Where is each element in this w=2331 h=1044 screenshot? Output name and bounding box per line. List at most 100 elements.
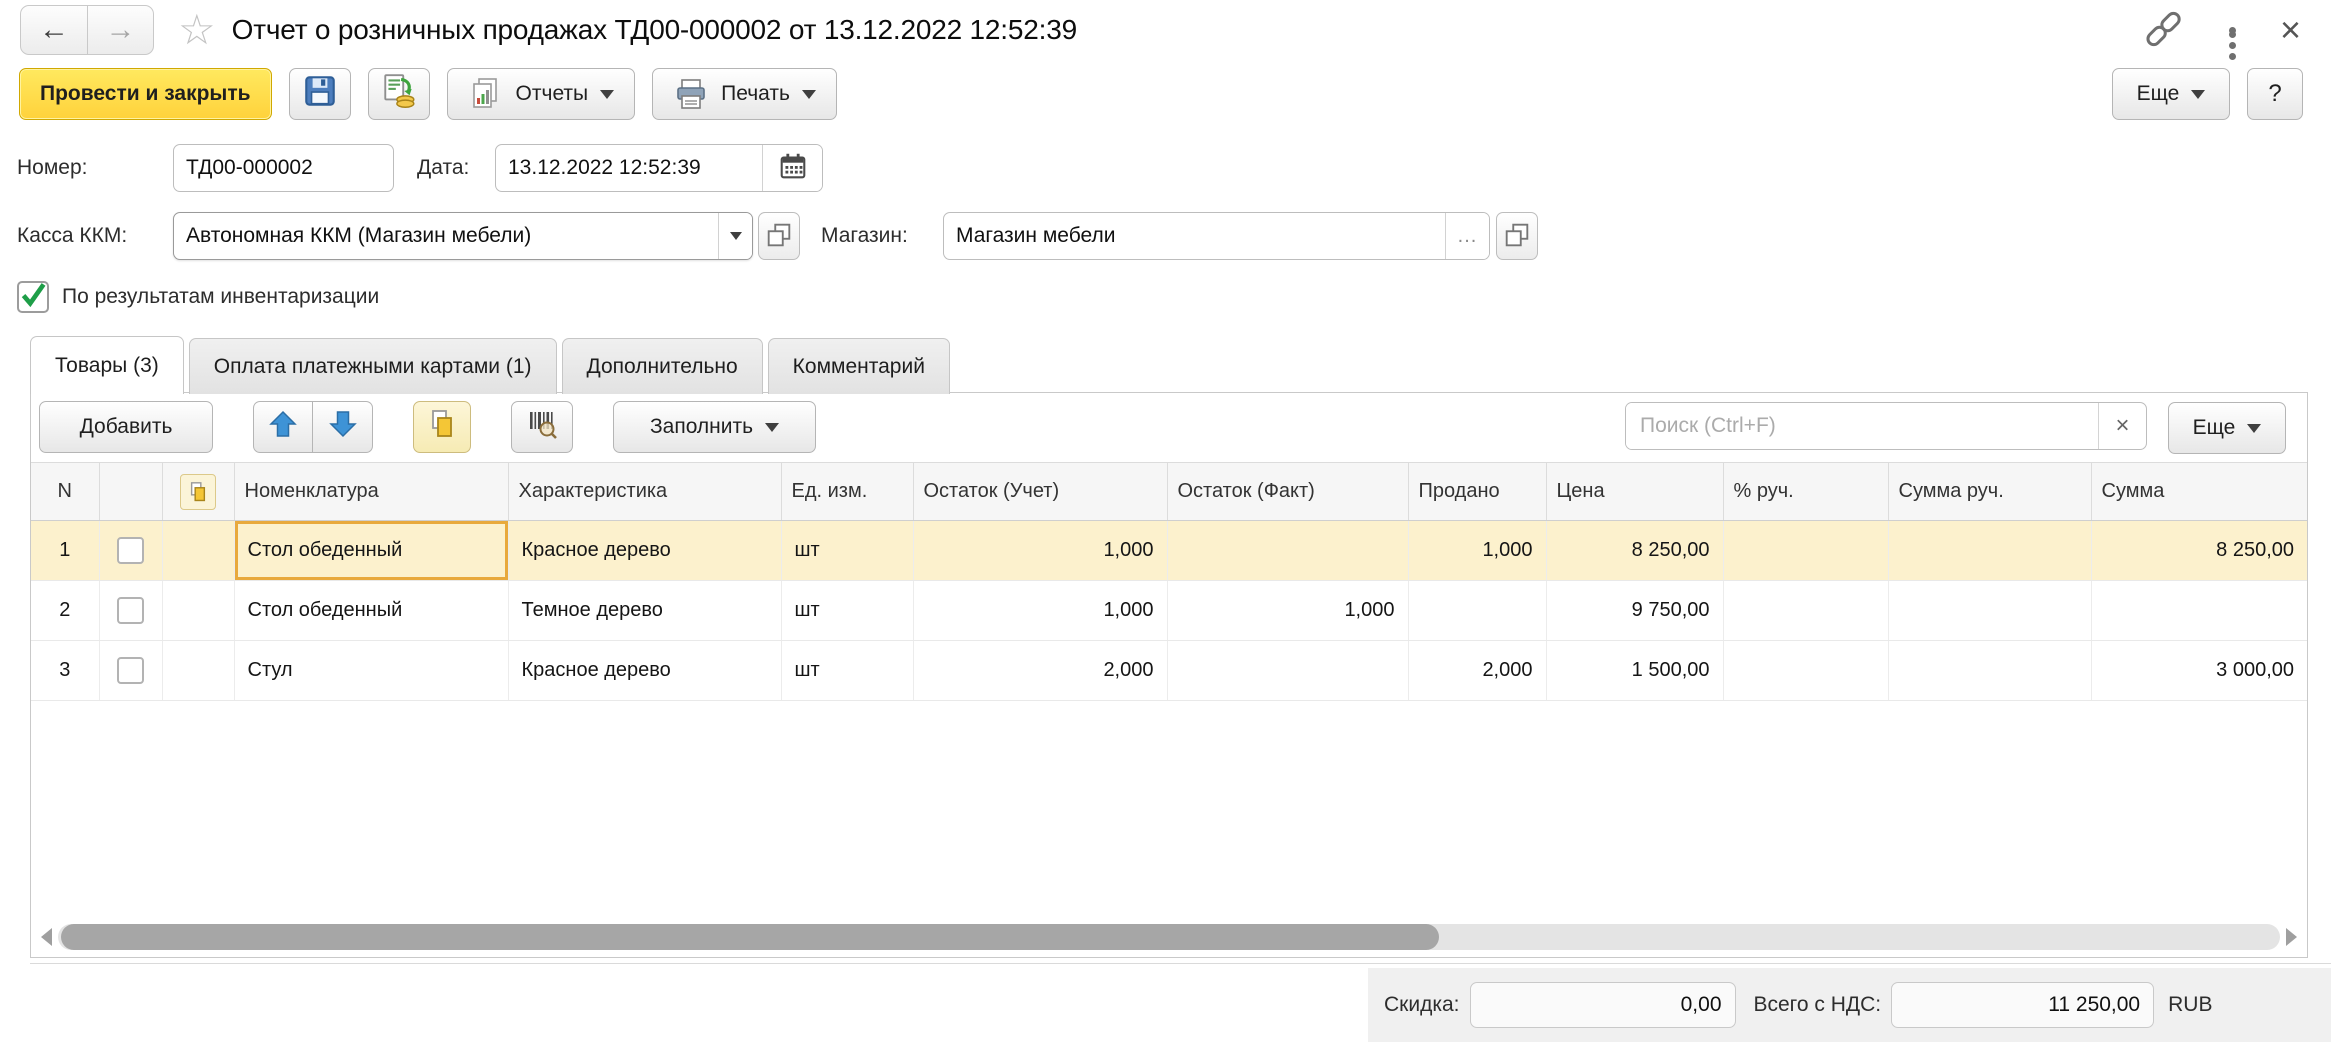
- cell-icon[interactable]: [162, 581, 234, 641]
- cell-sold[interactable]: 1,000: [1408, 521, 1546, 581]
- date-label: Дата:: [417, 144, 469, 192]
- date-input[interactable]: [496, 145, 762, 191]
- barcode-scan-button[interactable]: [511, 401, 573, 453]
- horizontal-scrollbar: [41, 923, 2297, 951]
- cell-icon[interactable]: [162, 521, 234, 581]
- arrow-up-icon: [268, 409, 298, 445]
- grid-more-button[interactable]: Еще: [2168, 402, 2286, 454]
- post-document-button[interactable]: [368, 68, 430, 120]
- copy-icon: [180, 474, 216, 510]
- cell-nomenclature[interactable]: Стул: [234, 641, 508, 701]
- tab-goods[interactable]: Товары (3): [30, 336, 184, 394]
- calendar-icon: [777, 150, 809, 187]
- fill-button[interactable]: Заполнить: [613, 401, 816, 453]
- cell-stock-fact[interactable]: [1167, 521, 1408, 581]
- search-clear-button[interactable]: ×: [2098, 403, 2146, 449]
- cell-stock-fact[interactable]: 1,000: [1167, 581, 1408, 641]
- tab-additional[interactable]: Дополнительно: [562, 338, 763, 394]
- date-picker-button[interactable]: [762, 145, 822, 191]
- cell-icon[interactable]: [162, 641, 234, 701]
- move-row-down-button[interactable]: [313, 401, 373, 453]
- kkm-input[interactable]: [174, 213, 718, 259]
- cell-pct-manual[interactable]: [1723, 521, 1888, 581]
- cell-stock-acc[interactable]: 2,000: [913, 641, 1167, 701]
- cell-row-number[interactable]: 1: [31, 521, 99, 581]
- number-input[interactable]: [174, 145, 393, 191]
- cell-unit[interactable]: шт: [781, 641, 913, 701]
- scrollbar-thumb[interactable]: [61, 924, 1439, 950]
- cell-select[interactable]: [99, 641, 162, 701]
- cell-nomenclature[interactable]: Стол обеденный: [234, 521, 508, 581]
- cell-select[interactable]: [99, 581, 162, 641]
- cell-sum-manual[interactable]: [1888, 641, 2091, 701]
- get-link-button[interactable]: [2141, 9, 2185, 52]
- add-row-button[interactable]: Добавить: [39, 401, 213, 453]
- cell-pct-manual[interactable]: [1723, 641, 1888, 701]
- favorite-star-icon[interactable]: ☆: [178, 9, 216, 51]
- window-menu-button[interactable]: [2229, 23, 2236, 38]
- cell-sum[interactable]: [2091, 581, 2307, 641]
- tab-payment-cards[interactable]: Оплата платежными картами (1): [189, 338, 557, 394]
- copy-row-button[interactable]: [413, 401, 471, 453]
- cell-characteristic[interactable]: Красное дерево: [508, 641, 781, 701]
- cell-sum-manual[interactable]: [1888, 581, 2091, 641]
- column-header-stock-fact: Остаток (Факт): [1167, 463, 1408, 521]
- cell-characteristic[interactable]: Красное дерево: [508, 521, 781, 581]
- scroll-right-arrow[interactable]: [2286, 928, 2297, 946]
- store-input[interactable]: [944, 213, 1445, 259]
- tab-comment[interactable]: Комментарий: [768, 338, 950, 394]
- store-choose-button[interactable]: ...: [1445, 213, 1489, 259]
- cell-characteristic[interactable]: Темное дерево: [508, 581, 781, 641]
- kkm-open-button[interactable]: [758, 212, 800, 260]
- inventory-checkbox[interactable]: [17, 281, 49, 313]
- save-button[interactable]: [289, 68, 351, 120]
- search-input[interactable]: [1626, 403, 2098, 449]
- column-header-pct-manual: % руч.: [1723, 463, 1888, 521]
- cell-unit[interactable]: шт: [781, 581, 913, 641]
- store-open-button[interactable]: [1496, 212, 1538, 260]
- cell-stock-fact[interactable]: [1167, 641, 1408, 701]
- clear-icon: ×: [2115, 412, 2129, 440]
- column-header-sold: Продано: [1408, 463, 1546, 521]
- row-checkbox[interactable]: [117, 597, 144, 624]
- chevron-down-icon: [2247, 424, 2261, 433]
- kkm-dropdown-button[interactable]: [718, 213, 752, 259]
- cell-select[interactable]: [99, 521, 162, 581]
- cell-row-number[interactable]: 2: [31, 581, 99, 641]
- cell-price[interactable]: 8 250,00: [1546, 521, 1723, 581]
- forward-button[interactable]: →: [87, 6, 153, 54]
- cell-sum[interactable]: 8 250,00: [2091, 521, 2307, 581]
- cell-stock-acc[interactable]: 1,000: [913, 521, 1167, 581]
- reports-button[interactable]: Отчеты: [447, 68, 636, 120]
- search-box: ×: [1625, 402, 2147, 450]
- cell-price[interactable]: 1 500,00: [1546, 641, 1723, 701]
- date-field-wrap: [495, 144, 823, 192]
- checkmark-icon: [18, 280, 48, 315]
- column-header-price: Цена: [1546, 463, 1723, 521]
- post-and-close-button[interactable]: Провести и закрыть: [19, 68, 272, 120]
- print-button[interactable]: Печать: [652, 68, 837, 120]
- cell-sold[interactable]: 2,000: [1408, 641, 1546, 701]
- scrollbar-track[interactable]: [58, 924, 2280, 950]
- column-header-icon: [162, 463, 234, 521]
- cell-row-number[interactable]: 3: [31, 641, 99, 701]
- cell-unit[interactable]: шт: [781, 521, 913, 581]
- scroll-left-arrow[interactable]: [41, 928, 52, 946]
- cell-sold[interactable]: [1408, 581, 1546, 641]
- row-checkbox[interactable]: [117, 657, 144, 684]
- more-button[interactable]: Еще: [2112, 68, 2230, 120]
- cell-stock-acc[interactable]: 1,000: [913, 581, 1167, 641]
- cell-pct-manual[interactable]: [1723, 581, 1888, 641]
- open-icon: [764, 220, 794, 253]
- cell-sum[interactable]: 3 000,00: [2091, 641, 2307, 701]
- cell-nomenclature[interactable]: Стол обеденный: [234, 581, 508, 641]
- close-button[interactable]: ×: [2280, 12, 2301, 48]
- row-checkbox[interactable]: [117, 537, 144, 564]
- cell-sum-manual[interactable]: [1888, 521, 2091, 581]
- back-button[interactable]: ←: [21, 6, 87, 54]
- cell-price[interactable]: 9 750,00: [1546, 581, 1723, 641]
- grid-more-label: Еще: [2193, 416, 2236, 440]
- move-row-up-button[interactable]: [253, 401, 313, 453]
- help-button[interactable]: ?: [2247, 68, 2303, 120]
- column-header-nomenclature: Номенклатура: [234, 463, 508, 521]
